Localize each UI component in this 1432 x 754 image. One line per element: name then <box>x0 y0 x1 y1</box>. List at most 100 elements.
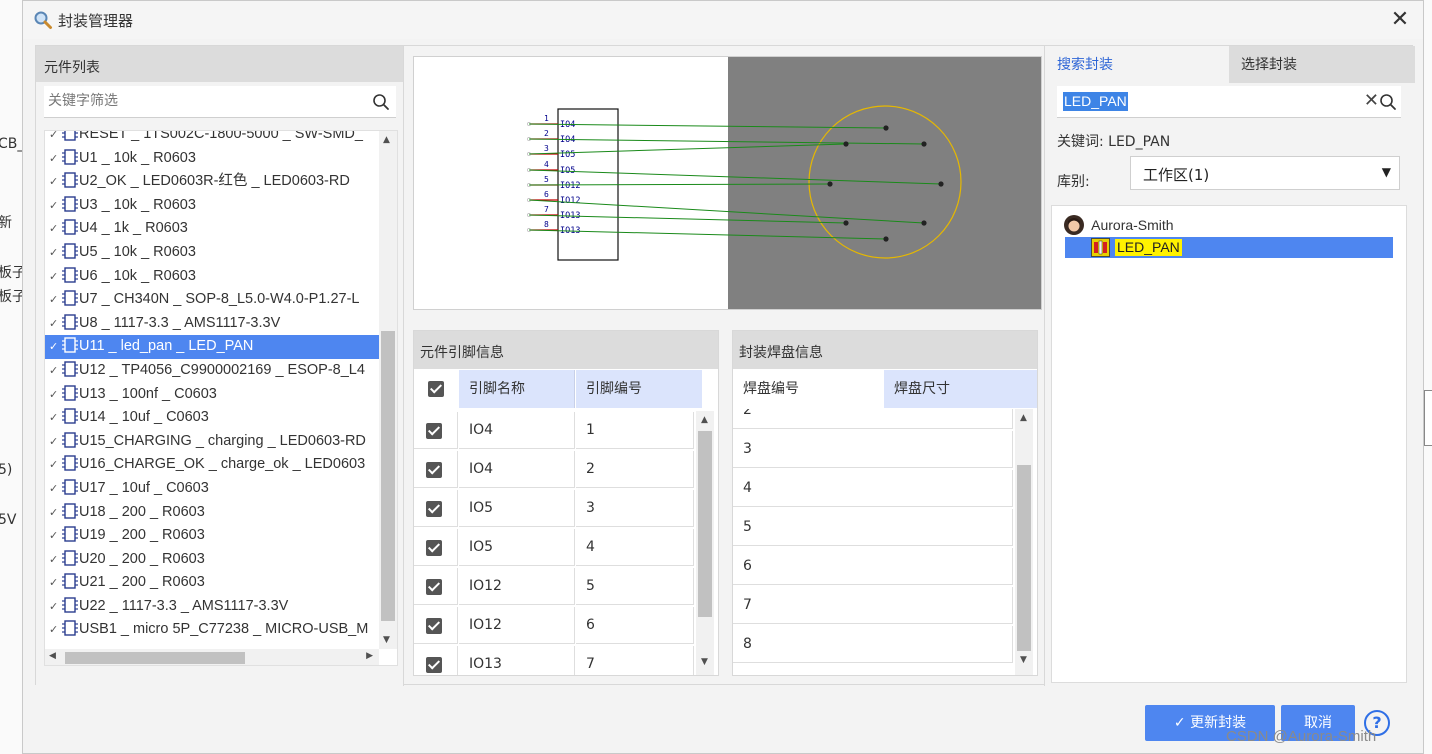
scroll-up-arrow-icon[interactable]: ▲ <box>701 415 708 425</box>
pad-number-cell[interactable]: 4 <box>733 470 1013 507</box>
pad-number-cell[interactable]: 8 <box>733 626 1013 663</box>
pad-number-cell[interactable]: 5 <box>733 509 1013 546</box>
scroll-thumb[interactable] <box>698 431 712 617</box>
pin-checkbox[interactable] <box>426 501 442 517</box>
pad-number-cell[interactable]: 6 <box>733 548 1013 585</box>
side-handle[interactable] <box>1424 390 1432 446</box>
filter-input[interactable] <box>44 86 354 116</box>
component-tree-item[interactable]: ✓ U17 _ 10uf _ C0603 <box>45 477 379 501</box>
select-all-cell <box>414 370 458 408</box>
pin-checkbox[interactable] <box>426 462 442 478</box>
pad-number-cell[interactable]: 7 <box>733 587 1013 624</box>
component-tree-item[interactable]: ✓ U12 _ TP4056_C9900002169 _ ESOP-8_L4 <box>45 359 379 383</box>
dialog-title: 封装管理器 <box>58 12 134 30</box>
pin-info-header: 元件引脚信息 <box>414 331 718 369</box>
tab-select-footprint[interactable]: 选择封装 <box>1229 46 1415 83</box>
component-tree-item[interactable]: ✓ U1 _ 10k _ R0603 <box>45 147 379 171</box>
owner-row[interactable]: Aurora-Smith <box>1064 215 1174 235</box>
scroll-right-arrow-icon[interactable]: ▶ <box>366 651 373 661</box>
component-icon <box>61 407 79 425</box>
close-button[interactable]: ✕ <box>1389 9 1411 31</box>
component-tree-item[interactable]: ✓ U7 _ CH340N _ SOP-8_L5.0-W4.0-P1.27-L <box>45 288 379 312</box>
component-tree-item[interactable]: ✓ U20 _ 200 _ R0603 <box>45 548 379 572</box>
component-label: U14 _ 10uf _ C0603 <box>79 409 209 426</box>
pin-checkbox[interactable] <box>426 657 442 673</box>
pad-number-cell[interactable]: 3 <box>733 431 1013 468</box>
pin-number-cell[interactable]: 4 <box>576 529 694 566</box>
scroll-left-arrow-icon[interactable]: ◀ <box>49 651 56 661</box>
clear-icon[interactable]: ✕ <box>1364 91 1379 111</box>
pin-row: IO12 6 <box>414 606 718 645</box>
scroll-down-arrow-icon[interactable]: ▼ <box>1020 655 1027 665</box>
component-tree-item[interactable]: ✓ U14 _ 10uf _ C0603 <box>45 406 379 430</box>
pin-number-cell[interactable]: 2 <box>576 451 694 488</box>
component-tree-item[interactable]: ✓ U3 _ 10k _ R0603 <box>45 194 379 218</box>
check-mark-icon: ✓ <box>49 270 59 283</box>
pin-name-cell[interactable]: IO13 <box>459 646 575 675</box>
pin-name-cell[interactable]: IO5 <box>459 490 575 527</box>
tree-vertical-scrollbar[interactable]: ▲ ▼ <box>379 131 397 649</box>
footprint-pad <box>938 181 944 187</box>
component-tree-item[interactable]: ✓ U8 _ 1117-3.3 _ AMS1117-3.3V <box>45 312 379 336</box>
component-tree-item[interactable]: ✓ RESET _ 1TS002C-1800-5000 _ SW-SMD_ <box>45 131 379 147</box>
pin-name-text: IO5 <box>560 150 575 160</box>
pad-table-scrollbar[interactable]: ▲ ▼ <box>1015 409 1033 675</box>
pin-name-cell[interactable]: IO12 <box>459 568 575 605</box>
search-icon[interactable] <box>1379 93 1397 111</box>
tab-search-footprint[interactable]: 搜索封装 <box>1045 46 1229 83</box>
pin-name-cell[interactable]: IO4 <box>459 451 575 488</box>
scroll-down-arrow-icon[interactable]: ▼ <box>383 635 390 645</box>
col-pin-number[interactable]: 引脚编号 <box>576 370 702 408</box>
library-select[interactable]: 工作区(1) ▼ <box>1130 156 1400 190</box>
component-tree-item[interactable]: ✓ U16_CHARGE_OK _ charge_ok _ LED0603 <box>45 453 379 477</box>
pad-info-table: 封装焊盘信息 焊盘编号 焊盘尺寸 2345678 ▲ ▼ <box>732 330 1038 676</box>
component-tree-item[interactable]: ✓ U15_CHARGING _ charging _ LED0603-RD <box>45 430 379 454</box>
component-tree-item[interactable]: ✓ U6 _ 10k _ R0603 <box>45 265 379 289</box>
select-all-checkbox[interactable] <box>428 381 444 397</box>
component-tree-item[interactable]: ✓ U4 _ 1k _ R0603 <box>45 217 379 241</box>
component-tree-item[interactable]: ✓ U21 _ 200 _ R0603 <box>45 571 379 595</box>
col-pad-number[interactable]: 焊盘编号 <box>733 370 883 408</box>
pin-name-cell[interactable]: IO5 <box>459 529 575 566</box>
component-tree-item[interactable]: ✓ USB1 _ micro 5P_C77238 _ MICRO-USB_M <box>45 618 379 642</box>
component-icon <box>61 431 79 449</box>
pin-name-cell[interactable]: IO12 <box>459 607 575 644</box>
component-label: U5 _ 10k _ R0603 <box>79 243 196 260</box>
pin-name-cell[interactable]: IO4 <box>459 412 575 449</box>
keyword-search-box[interactable]: LED_PAN ✕ <box>1057 86 1401 118</box>
component-tree-item[interactable]: ✓ U11 _ led_pan _ LED_PAN <box>45 335 379 359</box>
pin-number-cell[interactable]: 7 <box>576 646 694 675</box>
library-label: 库别: <box>1057 174 1090 190</box>
pin-checkbox[interactable] <box>426 618 442 634</box>
scroll-up-arrow-icon[interactable]: ▲ <box>383 135 390 145</box>
pin-number-cell[interactable]: 6 <box>576 607 694 644</box>
pin-table-scrollbar[interactable]: ▲ ▼ <box>696 411 714 675</box>
component-icon <box>61 525 79 543</box>
footprint-result-item[interactable]: LED_PAN <box>1065 237 1393 258</box>
scroll-thumb[interactable] <box>65 652 245 664</box>
keyword-input-value[interactable]: LED_PAN <box>1063 92 1128 111</box>
pin-checkbox[interactable] <box>426 423 442 439</box>
component-tree-item[interactable]: ✓ U2_OK _ LED0603R-红色 _ LED0603-RD <box>45 170 379 194</box>
pin-row: IO12 5 <box>414 567 718 606</box>
pin-number-cell[interactable]: 5 <box>576 568 694 605</box>
pin-checkbox[interactable] <box>426 579 442 595</box>
component-tree-item[interactable]: ✓ U13 _ 100nf _ C0603 <box>45 383 379 407</box>
component-tree-item[interactable]: ✓ U22 _ 1117-3.3 _ AMS1117-3.3V <box>45 595 379 619</box>
scroll-thumb[interactable] <box>1017 465 1031 651</box>
search-icon[interactable] <box>372 93 390 111</box>
pad-number-cell[interactable]: 2 <box>733 409 1013 429</box>
pin-checkbox[interactable] <box>426 540 442 556</box>
scroll-down-arrow-icon[interactable]: ▼ <box>701 657 708 667</box>
scroll-up-arrow-icon[interactable]: ▲ <box>1020 413 1027 423</box>
pin-number-cell[interactable]: 3 <box>576 490 694 527</box>
component-icon <box>61 502 79 520</box>
component-tree-item[interactable]: ✓ U5 _ 10k _ R0603 <box>45 241 379 265</box>
scroll-thumb[interactable] <box>381 331 395 621</box>
tree-horizontal-scrollbar[interactable]: ◀ ▶ <box>45 649 379 665</box>
col-pin-name[interactable]: 引脚名称 <box>459 370 575 408</box>
component-tree-item[interactable]: ✓ U19 _ 200 _ R0603 <box>45 524 379 548</box>
pin-number-cell[interactable]: 1 <box>576 412 694 449</box>
col-pad-size[interactable]: 焊盘尺寸 <box>884 370 1037 408</box>
component-tree-item[interactable]: ✓ U18 _ 200 _ R0603 <box>45 501 379 525</box>
